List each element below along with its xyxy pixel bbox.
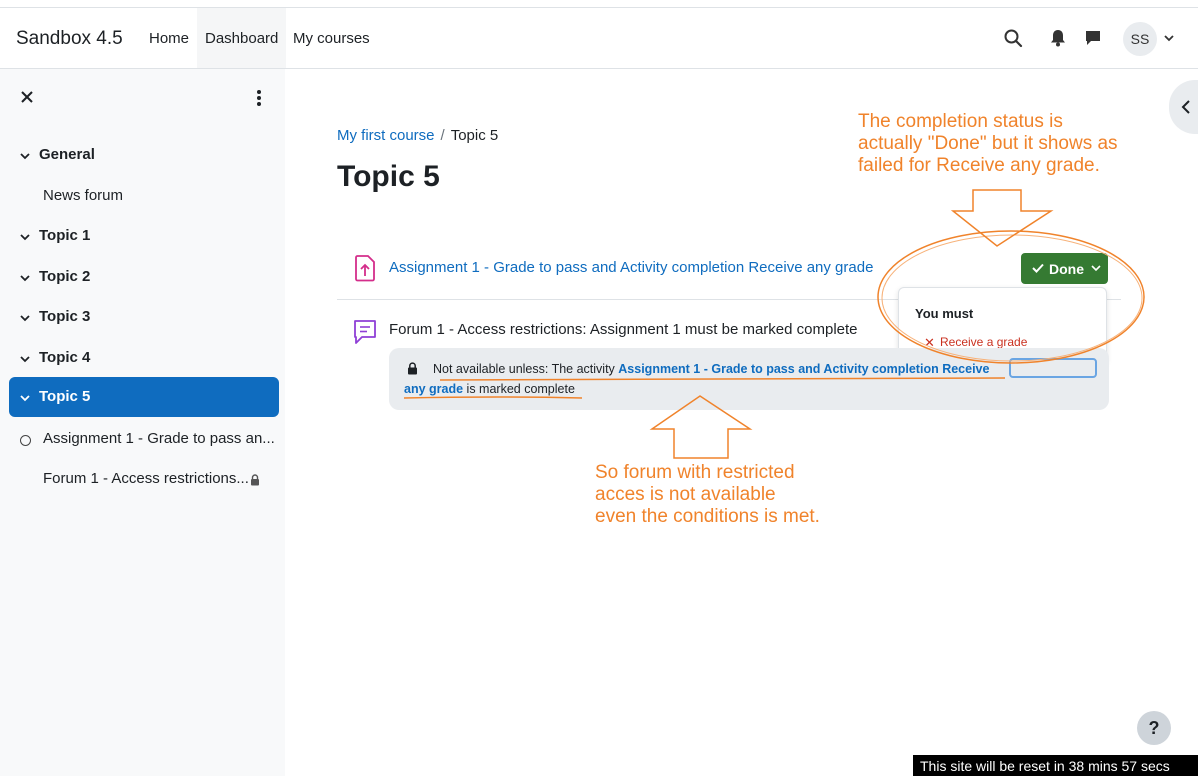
messages-icon[interactable] xyxy=(1083,28,1103,48)
section-label[interactable]: Topic 1 xyxy=(39,227,90,244)
nav-home[interactable]: Home xyxy=(141,8,197,68)
restriction-activity-link[interactable]: Assignment 1 - Grade to pass and Activit… xyxy=(618,362,989,376)
help-button[interactable]: ? xyxy=(1137,711,1171,745)
chevron-down-icon[interactable] xyxy=(19,392,31,404)
notification-bell-icon[interactable] xyxy=(1048,28,1068,48)
drawer-item-assignment-1[interactable]: Assignment 1 - Grade to pass an... xyxy=(43,430,275,447)
assignment-upload-icon xyxy=(355,255,375,282)
nav-my-courses[interactable]: My courses xyxy=(285,8,378,68)
site-reset-notice: This site will be reset in 38 mins 57 se… xyxy=(913,755,1198,776)
section-topic-5[interactable]: Topic 5 xyxy=(9,377,279,417)
user-avatar[interactable]: SS xyxy=(1123,22,1157,56)
restriction-line-2: any grade is marked complete xyxy=(404,382,575,396)
section-topic-1[interactable]: Topic 1 xyxy=(9,216,279,256)
section-topic-4[interactable]: Topic 4 xyxy=(9,338,279,378)
chevron-down-icon xyxy=(1091,265,1101,272)
nav-dashboard[interactable]: Dashboard xyxy=(197,8,287,68)
annotation-line: failed for Receive any grade. xyxy=(858,155,1100,176)
completion-done-button[interactable]: Done xyxy=(1021,253,1108,284)
search-icon[interactable] xyxy=(1003,28,1023,48)
kebab-menu-icon[interactable] xyxy=(256,89,262,107)
section-label[interactable]: Topic 4 xyxy=(39,349,90,366)
section-general[interactable]: General xyxy=(9,135,279,175)
chevron-down-icon[interactable] xyxy=(19,353,31,365)
browser-top-strip xyxy=(0,0,1198,8)
section-topic-2[interactable]: Topic 2 xyxy=(9,257,279,297)
annotation-note-bottom: So forum with restricted acces is not av… xyxy=(595,462,820,528)
section-topic-3[interactable]: Topic 3 xyxy=(9,297,279,337)
done-label: Done xyxy=(1049,261,1084,277)
link-focus-outline xyxy=(1009,358,1097,378)
breadcrumb-current: Topic 5 xyxy=(450,127,499,144)
chevron-left-icon xyxy=(1181,100,1190,114)
annotation-line: acces is not available xyxy=(595,484,776,505)
breadcrumb: My first course / Topic 5 xyxy=(337,127,498,144)
chevron-down-icon[interactable] xyxy=(19,150,31,162)
section-label[interactable]: Topic 5 xyxy=(39,388,90,405)
close-drawer-icon[interactable] xyxy=(20,90,34,104)
annotation-line: even the conditions is met. xyxy=(595,506,820,527)
drawer-item-forum-1[interactable]: Forum 1 - Access restrictions... xyxy=(43,470,249,487)
chevron-down-icon[interactable] xyxy=(19,312,31,324)
section-label[interactable]: Topic 2 xyxy=(39,268,90,285)
popover-title: You must xyxy=(915,306,974,321)
annotation-line: So forum with restricted xyxy=(595,462,795,483)
activity-link-assignment[interactable]: Assignment 1 - Grade to pass and Activit… xyxy=(389,259,873,276)
chevron-down-icon[interactable] xyxy=(19,272,31,284)
completion-circle-icon xyxy=(20,435,31,446)
restriction-prefix: Not available unless: The activity xyxy=(433,362,619,376)
site-brand[interactable]: Sandbox 4.5 xyxy=(16,28,123,50)
section-label[interactable]: General xyxy=(39,146,95,163)
annotation-line: actually "Done" but it shows as xyxy=(858,133,1118,154)
activity-title-forum: Forum 1 - Access restrictions: Assignmen… xyxy=(389,321,858,338)
lock-icon xyxy=(408,362,417,375)
completion-requirement: Receive a grade xyxy=(940,335,1028,349)
breadcrumb-separator: / xyxy=(440,127,445,144)
restriction-activity-link-cont[interactable]: any grade xyxy=(404,382,463,396)
breadcrumb-course-link[interactable]: My first course xyxy=(337,127,435,144)
navbar: Sandbox 4.5 Home Dashboard My courses SS xyxy=(0,8,1198,69)
open-block-drawer-button[interactable] xyxy=(1169,80,1198,134)
page-title: Topic 5 xyxy=(337,160,440,193)
check-icon xyxy=(1032,263,1044,273)
lock-icon xyxy=(251,474,259,486)
restriction-line-1: Not available unless: The activity Assig… xyxy=(433,362,989,376)
annotation-line: The completion status is xyxy=(858,111,1063,132)
section-label[interactable]: Topic 3 xyxy=(39,308,90,325)
access-restriction-box: Not available unless: The activity Assig… xyxy=(389,348,1109,410)
chevron-down-icon[interactable] xyxy=(19,231,31,243)
forum-icon xyxy=(354,320,376,344)
annotation-note-top: The completion status is actually "Done"… xyxy=(858,111,1118,177)
restriction-suffix: is marked complete xyxy=(463,382,575,396)
drawer-item-news-forum[interactable]: News forum xyxy=(43,187,123,204)
user-menu-chevron-down-icon[interactable] xyxy=(1163,32,1175,44)
course-index-drawer xyxy=(0,69,285,776)
